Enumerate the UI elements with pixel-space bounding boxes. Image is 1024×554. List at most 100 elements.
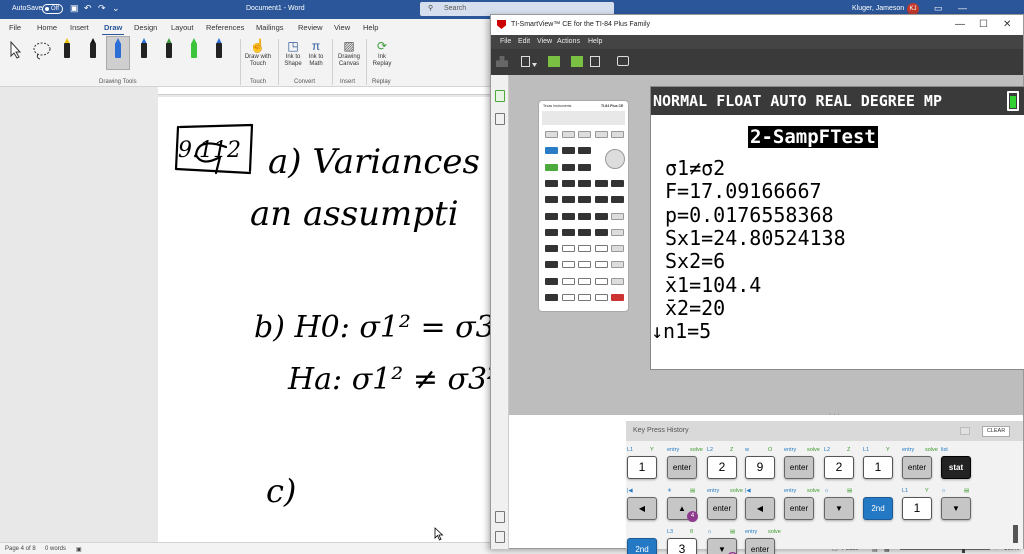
mini-calc-key[interactable] — [611, 196, 624, 204]
mini-calc-key[interactable] — [561, 212, 575, 220]
scrollbar[interactable] — [1013, 525, 1018, 543]
ink-to-math-button[interactable]: π Ink to Math — [305, 38, 327, 68]
mini-calc-key[interactable] — [611, 179, 624, 187]
history-key[interactable]: enter — [902, 456, 932, 479]
tab-layout[interactable]: Layout — [171, 23, 194, 32]
mini-calc-key[interactable] — [578, 212, 591, 220]
mini-calc-key[interactable] — [594, 131, 608, 138]
mini-calc-key[interactable] — [594, 245, 608, 253]
history-key[interactable]: 2 — [707, 456, 737, 479]
mini-calc-key[interactable] — [578, 131, 591, 138]
save-icon[interactable]: ▣ — [70, 3, 79, 14]
mini-calc-key[interactable] — [578, 245, 591, 253]
menu-help[interactable]: Help — [588, 38, 602, 45]
mini-calc-key[interactable] — [594, 261, 608, 269]
history-key[interactable]: ◀ — [745, 497, 775, 520]
mini-calc-key[interactable] — [594, 277, 608, 285]
minimize-icon[interactable]: — — [958, 3, 967, 13]
ink-to-shape-button[interactable]: ◳ Ink to Shape — [282, 38, 304, 68]
menu-view[interactable]: View — [537, 38, 552, 45]
history-key[interactable]: 3 — [667, 538, 697, 554]
tab-home[interactable]: Home — [37, 23, 57, 32]
mini-calc-key[interactable] — [561, 131, 575, 138]
history-key[interactable]: 1 — [627, 456, 657, 479]
tab-references[interactable]: References — [206, 23, 244, 32]
dropdown-icon[interactable] — [532, 63, 537, 67]
mini-calc-key[interactable] — [561, 261, 575, 269]
menu-edit[interactable]: Edit — [518, 38, 530, 45]
menu-actions[interactable]: Actions — [557, 38, 580, 45]
touch-mode-icon[interactable] — [496, 56, 508, 67]
mini-calc-key[interactable] — [561, 179, 575, 187]
layout-icon[interactable] — [590, 56, 600, 67]
history-key[interactable]: enter — [745, 538, 775, 554]
history-key[interactable]: 2nd — [863, 497, 893, 520]
mini-calc-key[interactable] — [545, 131, 558, 138]
drawing-canvas-button[interactable]: ▨ Drawing Canvas — [335, 38, 363, 68]
history-key[interactable]: ▼ — [824, 497, 854, 520]
camera-icon[interactable] — [617, 56, 629, 66]
mini-calc-key[interactable] — [545, 163, 558, 171]
mini-calc-key[interactable] — [561, 277, 575, 285]
mini-calc-key[interactable] — [545, 245, 558, 253]
tab-view[interactable]: View — [334, 23, 350, 32]
history-key[interactable]: stat — [941, 456, 971, 479]
mini-calc-key[interactable] — [594, 228, 608, 236]
settings-panel-icon[interactable] — [495, 531, 505, 543]
pen-green[interactable] — [164, 38, 174, 60]
ink-replay-button[interactable]: ⟳ Ink Replay — [369, 38, 395, 68]
mini-calc-key[interactable] — [578, 261, 591, 269]
send-to-calc-icon[interactable] — [548, 56, 560, 67]
history-key[interactable]: 1 — [863, 456, 893, 479]
pen-blue[interactable] — [214, 38, 224, 60]
history-key[interactable]: 9 — [745, 456, 775, 479]
lasso-select-icon[interactable] — [32, 41, 52, 61]
user-name[interactable]: Kluger, Jameson — [852, 5, 904, 12]
history-key[interactable]: enter — [784, 497, 814, 520]
tab-file[interactable]: File — [9, 23, 21, 32]
mini-calc-key[interactable] — [611, 261, 624, 269]
history-key[interactable]: 2nd — [627, 538, 657, 554]
mini-calc-key[interactable] — [594, 212, 608, 220]
pen-black[interactable] — [88, 38, 98, 60]
tab-help[interactable]: Help — [363, 23, 378, 32]
history-key[interactable]: enter — [707, 497, 737, 520]
mini-calc-key[interactable] — [545, 294, 558, 301]
menu-file[interactable]: File — [500, 38, 511, 45]
mini-calc-key[interactable] — [594, 294, 608, 301]
mini-calc-key[interactable] — [611, 277, 624, 285]
history-key[interactable]: 1 — [902, 497, 932, 520]
mini-calc-key[interactable] — [611, 228, 624, 236]
key-history-toggle[interactable] — [960, 427, 970, 435]
tab-review[interactable]: Review — [298, 23, 323, 32]
mini-calc-key[interactable] — [594, 179, 608, 187]
history-key[interactable]: ◀ — [627, 497, 657, 520]
history-key[interactable]: enter — [667, 456, 697, 479]
mini-calc-key[interactable] — [561, 245, 575, 253]
undo-icon[interactable]: ↶ — [84, 3, 92, 14]
word-count[interactable]: 0 words — [45, 546, 66, 552]
pen-blue-selected[interactable] — [113, 38, 123, 60]
autosave-toggle[interactable]: Off — [42, 4, 63, 14]
receive-from-calc-icon[interactable] — [571, 56, 583, 67]
document-panel-icon[interactable] — [495, 113, 505, 125]
tab-draw[interactable]: Draw — [101, 23, 125, 36]
tab-mailings[interactable]: Mailings — [256, 23, 284, 32]
maximize-icon[interactable]: ☐ — [979, 19, 988, 30]
mini-calc-key[interactable] — [611, 131, 624, 138]
mini-calc-key[interactable] — [578, 228, 591, 236]
mini-calc-key[interactable] — [578, 147, 591, 155]
mini-calc-key[interactable] — [545, 179, 558, 187]
mini-calc-key[interactable] — [561, 228, 575, 236]
customize-qat-icon[interactable]: ⌄ — [112, 3, 120, 14]
mini-calculator[interactable]: Texas Instruments TI-84 Plus CE — [538, 100, 629, 312]
mini-calc-key[interactable] — [611, 294, 624, 301]
clear-button[interactable]: CLEAR — [982, 426, 1010, 437]
proofing-icon[interactable]: ▣ — [76, 546, 82, 553]
mini-calc-key[interactable] — [594, 196, 608, 204]
mini-calc-key[interactable] — [578, 163, 591, 171]
page-count[interactable]: Page 4 of 8 — [5, 546, 36, 552]
mini-calc-key[interactable] — [578, 294, 591, 301]
mini-calc-key[interactable] — [611, 245, 624, 253]
mini-calc-key[interactable] — [561, 163, 575, 171]
